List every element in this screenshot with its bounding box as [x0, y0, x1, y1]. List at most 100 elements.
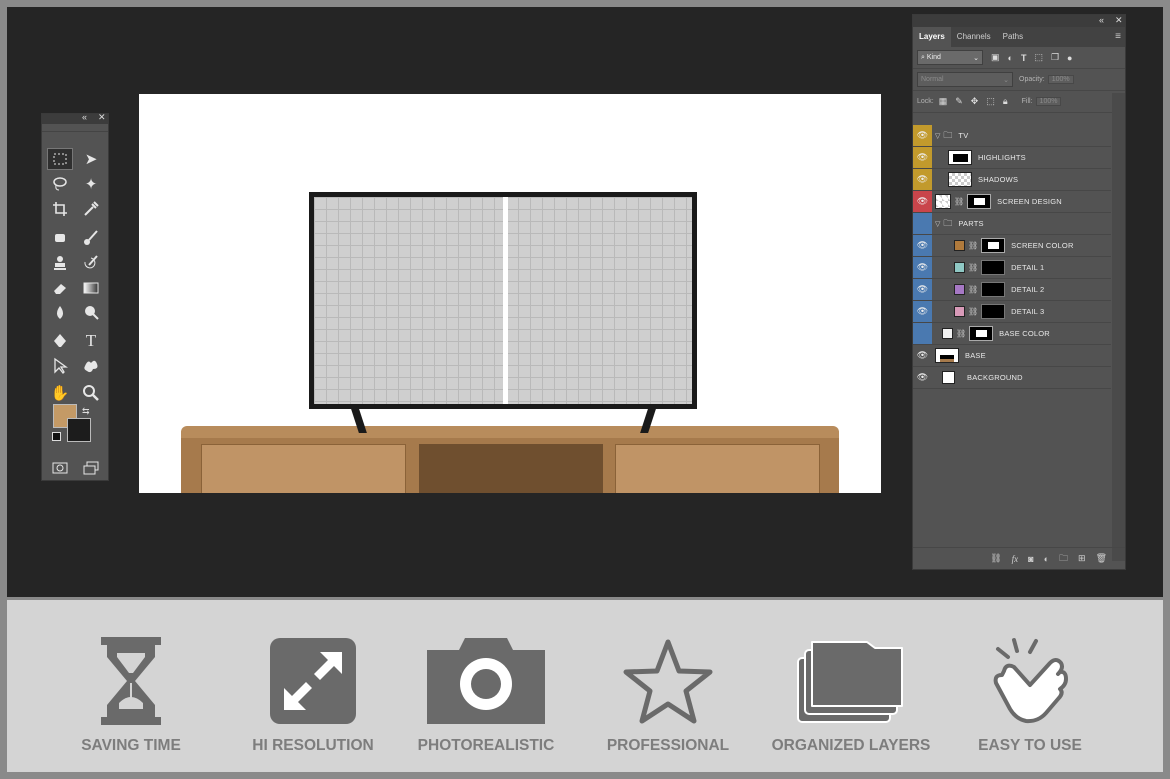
eraser-icon[interactable] [47, 277, 73, 299]
tab-paths[interactable]: Paths [997, 27, 1029, 47]
visibility-eye-icon[interactable]: 👁︎ [913, 279, 932, 300]
tab-channels[interactable]: Channels [951, 27, 997, 47]
trash-icon[interactable]: 🗑︎ [1096, 553, 1107, 564]
visibility-eye-icon[interactable]: 👁︎ [913, 125, 932, 146]
visibility-eye-icon[interactable]: 👁︎ [913, 235, 932, 256]
chevron-down-icon[interactable]: ▽ [935, 220, 940, 228]
layer-screen-color[interactable]: 👁︎ ⛓︎ SCREEN COLOR [913, 235, 1111, 257]
new-group-icon[interactable]: 🗀︎ [1059, 551, 1068, 567]
path-selection-icon[interactable] [47, 355, 73, 377]
layer-name: SCREEN COLOR [1011, 241, 1074, 250]
lock-all-icon[interactable]: 🔒︎ [1003, 96, 1008, 107]
visibility-toggle[interactable]: · [913, 323, 932, 344]
tools-panel-header: « ✕ [42, 112, 108, 124]
eyedropper-icon[interactable] [78, 198, 104, 220]
opacity-input[interactable]: 100% [1047, 75, 1074, 84]
swap-colors-icon[interactable]: ⇆ [82, 406, 90, 417]
visibility-eye-icon[interactable]: 👁︎ [913, 169, 932, 190]
link-icon[interactable]: ⛓︎ [968, 307, 978, 316]
lock-artboard-icon[interactable]: ⬚ [986, 96, 995, 107]
visibility-eye-icon[interactable]: 👁︎ [913, 257, 932, 278]
visibility-eye-icon[interactable]: 👁︎ [913, 147, 932, 168]
visibility-eye-icon[interactable]: 👁︎ [913, 345, 932, 366]
adjustment-filter-icon[interactable]: ◐ [1008, 53, 1013, 63]
quick-mask-icon[interactable] [47, 457, 73, 479]
lock-row: Lock: ▦ ✎ ✥ ⬚ 🔒︎ Fill: 100% [913, 91, 1125, 113]
clone-stamp-icon[interactable] [47, 252, 73, 274]
layer-base[interactable]: 👁︎ BASE [913, 345, 1111, 367]
layer-base-color[interactable]: · ⛓︎ BASE COLOR [913, 323, 1111, 345]
smart-object-filter-icon[interactable]: ❐ [1051, 52, 1059, 63]
link-icon[interactable]: ⛓︎ [968, 263, 978, 272]
link-layers-icon[interactable]: ⛓︎ [990, 553, 1001, 564]
layer-screen-design[interactable]: 👁︎ ⛓︎ SCREEN DESIGN [913, 191, 1111, 213]
fill-color-chip [954, 306, 965, 317]
type-tool-icon[interactable]: T [78, 330, 104, 352]
layer-detail-1[interactable]: 👁︎ ⛓︎ DETAIL 1 [913, 257, 1111, 279]
blend-row: Normal ⌄ Opacity: 100% [913, 69, 1125, 91]
layer-shadows[interactable]: 👁︎ SHADOWS [913, 169, 1111, 191]
custom-shape-icon[interactable] [78, 355, 104, 377]
visibility-eye-icon[interactable]: 👁︎ [913, 191, 932, 212]
layer-thumbnail [942, 371, 955, 384]
filter-kind-select[interactable]: ⌕ Kind ⌄ [917, 50, 983, 65]
opacity-label: Opacity: [1019, 76, 1045, 83]
fill-input[interactable]: 100% [1035, 97, 1062, 106]
pixel-filter-icon[interactable]: ▣ [991, 52, 1000, 63]
adjustment-layer-icon[interactable]: ◐ [1044, 554, 1049, 564]
filter-toggle-icon[interactable]: ● [1067, 53, 1072, 63]
visibility-eye-icon[interactable]: 👁︎ [913, 301, 932, 322]
new-layer-icon[interactable]: ⊞ [1078, 553, 1086, 564]
close-icon[interactable]: ✕ [98, 112, 106, 123]
fx-icon[interactable]: fx [1012, 554, 1019, 564]
chevron-down-icon[interactable]: ▽ [935, 132, 940, 140]
dodge-tool-icon[interactable] [78, 302, 104, 324]
add-mask-icon[interactable]: ◙ [1028, 554, 1033, 564]
visibility-toggle[interactable]: · [913, 213, 932, 234]
link-icon[interactable]: ⛓︎ [956, 329, 966, 338]
hand-tool-icon[interactable]: ✋ [47, 382, 73, 404]
zoom-tool-icon[interactable] [78, 382, 104, 404]
layer-detail-2[interactable]: 👁︎ ⛓︎ DETAIL 2 [913, 279, 1111, 301]
lock-position-icon[interactable]: ✥ [971, 96, 979, 107]
screen-mode-icon[interactable] [78, 457, 104, 479]
layer-group-tv[interactable]: 👁︎ ▽ 🗀︎ TV [913, 125, 1111, 147]
visibility-eye-icon[interactable]: 👁︎ [913, 367, 932, 388]
layer-highlights[interactable]: 👁︎ HIGHLIGHTS [913, 147, 1111, 169]
magic-wand-icon[interactable]: ✦ [78, 173, 104, 195]
tab-layers[interactable]: Layers [913, 27, 951, 47]
link-icon[interactable]: ⛓︎ [968, 285, 978, 294]
history-brush-icon[interactable] [78, 252, 104, 274]
panel-menu-icon[interactable]: ≡ [1115, 31, 1121, 42]
pen-tool-icon[interactable] [47, 330, 73, 352]
layer-detail-3[interactable]: 👁︎ ⛓︎ DETAIL 3 [913, 301, 1111, 323]
lock-image-icon[interactable]: ✎ [955, 96, 963, 107]
cabinet-drawer-left [201, 444, 406, 493]
crop-tool-icon[interactable] [47, 198, 73, 220]
panel-grip[interactable] [42, 124, 108, 132]
brush-tool-icon[interactable] [78, 227, 104, 249]
document-canvas[interactable] [139, 94, 881, 493]
default-colors-icon[interactable] [52, 432, 61, 441]
type-filter-icon[interactable]: T [1021, 53, 1027, 63]
lock-transparent-icon[interactable]: ▦ [939, 96, 948, 107]
feature-hi-resolution: HI RESOLUTION [228, 635, 398, 754]
lasso-tool-icon[interactable] [47, 173, 73, 195]
move-tool-icon[interactable]: ➤ [78, 148, 104, 170]
blend-mode-select[interactable]: Normal ⌄ [917, 72, 1013, 87]
layer-background[interactable]: 👁︎ BACKGROUND [913, 367, 1111, 389]
gradient-tool-icon[interactable] [78, 277, 104, 299]
blur-tool-icon[interactable] [47, 302, 73, 324]
layers-scrollbar[interactable] [1112, 93, 1125, 561]
shape-filter-icon[interactable]: ⬚ [1034, 52, 1043, 63]
marquee-tool-icon[interactable] [47, 148, 73, 170]
layers-panel-header: « ✕ [913, 15, 1125, 27]
healing-brush-icon[interactable] [47, 227, 73, 249]
layer-group-parts[interactable]: · ▽ 🗀︎ PARTS [913, 213, 1111, 235]
background-color-swatch[interactable] [67, 418, 91, 442]
close-icon[interactable]: ✕ [1115, 15, 1123, 26]
link-icon[interactable]: ⛓︎ [954, 197, 964, 206]
collapse-icon[interactable]: « [82, 112, 87, 122]
link-icon[interactable]: ⛓︎ [968, 241, 978, 250]
collapse-icon[interactable]: « [1099, 15, 1104, 25]
